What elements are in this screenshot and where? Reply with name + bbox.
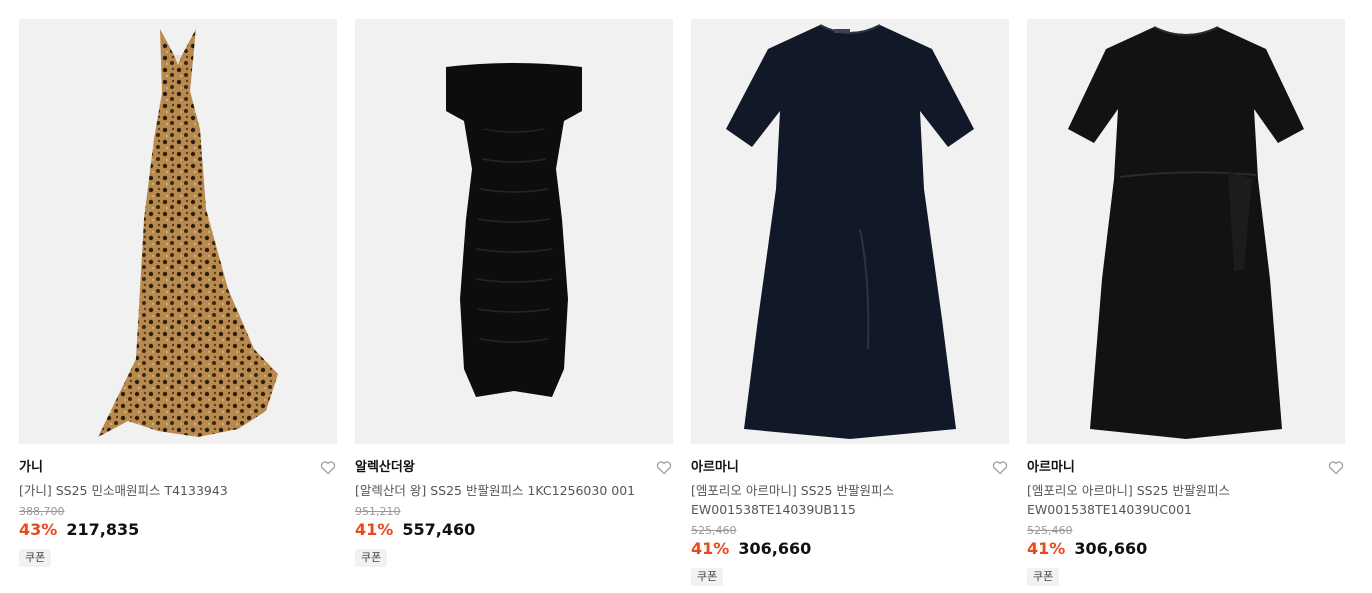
brand-name[interactable]: 아르마니 [691, 459, 1009, 476]
product-info: 알렉산더왕 [알렉산더 왕] SS25 반팔원피스 1KC1256030 001… [355, 444, 673, 567]
leopard-dress-illustration [98, 29, 278, 437]
product-info: 아르마니 [엠포리오 아르마니] SS25 반팔원피스 EW001538TE14… [1027, 444, 1345, 586]
product-info: 가니 [가니] SS25 민소매원피스 T4133943 388,700 43%… [19, 444, 337, 567]
off-shoulder-dress-illustration [446, 63, 582, 397]
price-row: 41% 306,660 [1027, 539, 1345, 559]
original-price: 951,210 [355, 505, 401, 518]
sale-price: 306,660 [738, 539, 812, 558]
product-image[interactable] [1027, 19, 1345, 444]
original-price: 388,700 [19, 505, 65, 518]
original-price: 525,460 [1027, 524, 1073, 537]
product-card[interactable]: 아르마니 [엠포리오 아르마니] SS25 반팔원피스 EW001538TE14… [1027, 19, 1345, 586]
navy-shift-dress-illustration [726, 24, 974, 439]
coupon-badge: 쿠폰 [355, 549, 388, 567]
price-row: 41% 306,660 [691, 539, 1009, 559]
sale-price: 557,460 [402, 520, 476, 539]
coupon-badge: 쿠폰 [1027, 568, 1060, 586]
coupon-badge: 쿠폰 [19, 549, 52, 567]
sale-price: 306,660 [1074, 539, 1148, 558]
discount-rate: 41% [1027, 539, 1066, 558]
discount-rate: 41% [355, 520, 394, 539]
original-price: 525,460 [691, 524, 737, 537]
product-card[interactable]: 아르마니 [엠포리오 아르마니] SS25 반팔원피스 EW001538TE14… [691, 19, 1009, 586]
product-card[interactable]: 가니 [가니] SS25 민소매원피스 T4133943 388,700 43%… [19, 19, 337, 567]
product-image[interactable] [19, 19, 337, 444]
heart-outline-icon[interactable] [992, 460, 1008, 475]
discount-rate: 41% [691, 539, 730, 558]
product-info: 아르마니 [엠포리오 아르마니] SS25 반팔원피스 EW001538TE14… [691, 444, 1009, 586]
heart-outline-icon[interactable] [656, 460, 672, 475]
heart-outline-icon[interactable] [1328, 460, 1344, 475]
black-tie-waist-dress-illustration [1068, 26, 1304, 439]
price-row: 43% 217,835 [19, 520, 337, 540]
price-row: 41% 557,460 [355, 520, 673, 540]
product-card[interactable]: 알렉산더왕 [알렉산더 왕] SS25 반팔원피스 1KC1256030 001… [355, 19, 673, 567]
product-image[interactable] [691, 19, 1009, 444]
coupon-badge: 쿠폰 [691, 568, 724, 586]
brand-name[interactable]: 알렉산더왕 [355, 459, 673, 476]
product-name[interactable]: [엠포리오 아르마니] SS25 반팔원피스 EW001538TE14039UC… [1027, 481, 1345, 519]
product-image[interactable] [355, 19, 673, 444]
discount-rate: 43% [19, 520, 58, 539]
product-grid: 가니 [가니] SS25 민소매원피스 T4133943 388,700 43%… [0, 0, 1372, 593]
brand-name[interactable]: 가니 [19, 459, 337, 476]
product-name[interactable]: [엠포리오 아르마니] SS25 반팔원피스 EW001538TE14039UB… [691, 481, 1009, 519]
product-name[interactable]: [알렉산더 왕] SS25 반팔원피스 1KC1256030 001 [355, 481, 673, 500]
product-name[interactable]: [가니] SS25 민소매원피스 T4133943 [19, 481, 337, 500]
heart-outline-icon[interactable] [320, 460, 336, 475]
brand-name[interactable]: 아르마니 [1027, 459, 1345, 476]
sale-price: 217,835 [66, 520, 140, 539]
